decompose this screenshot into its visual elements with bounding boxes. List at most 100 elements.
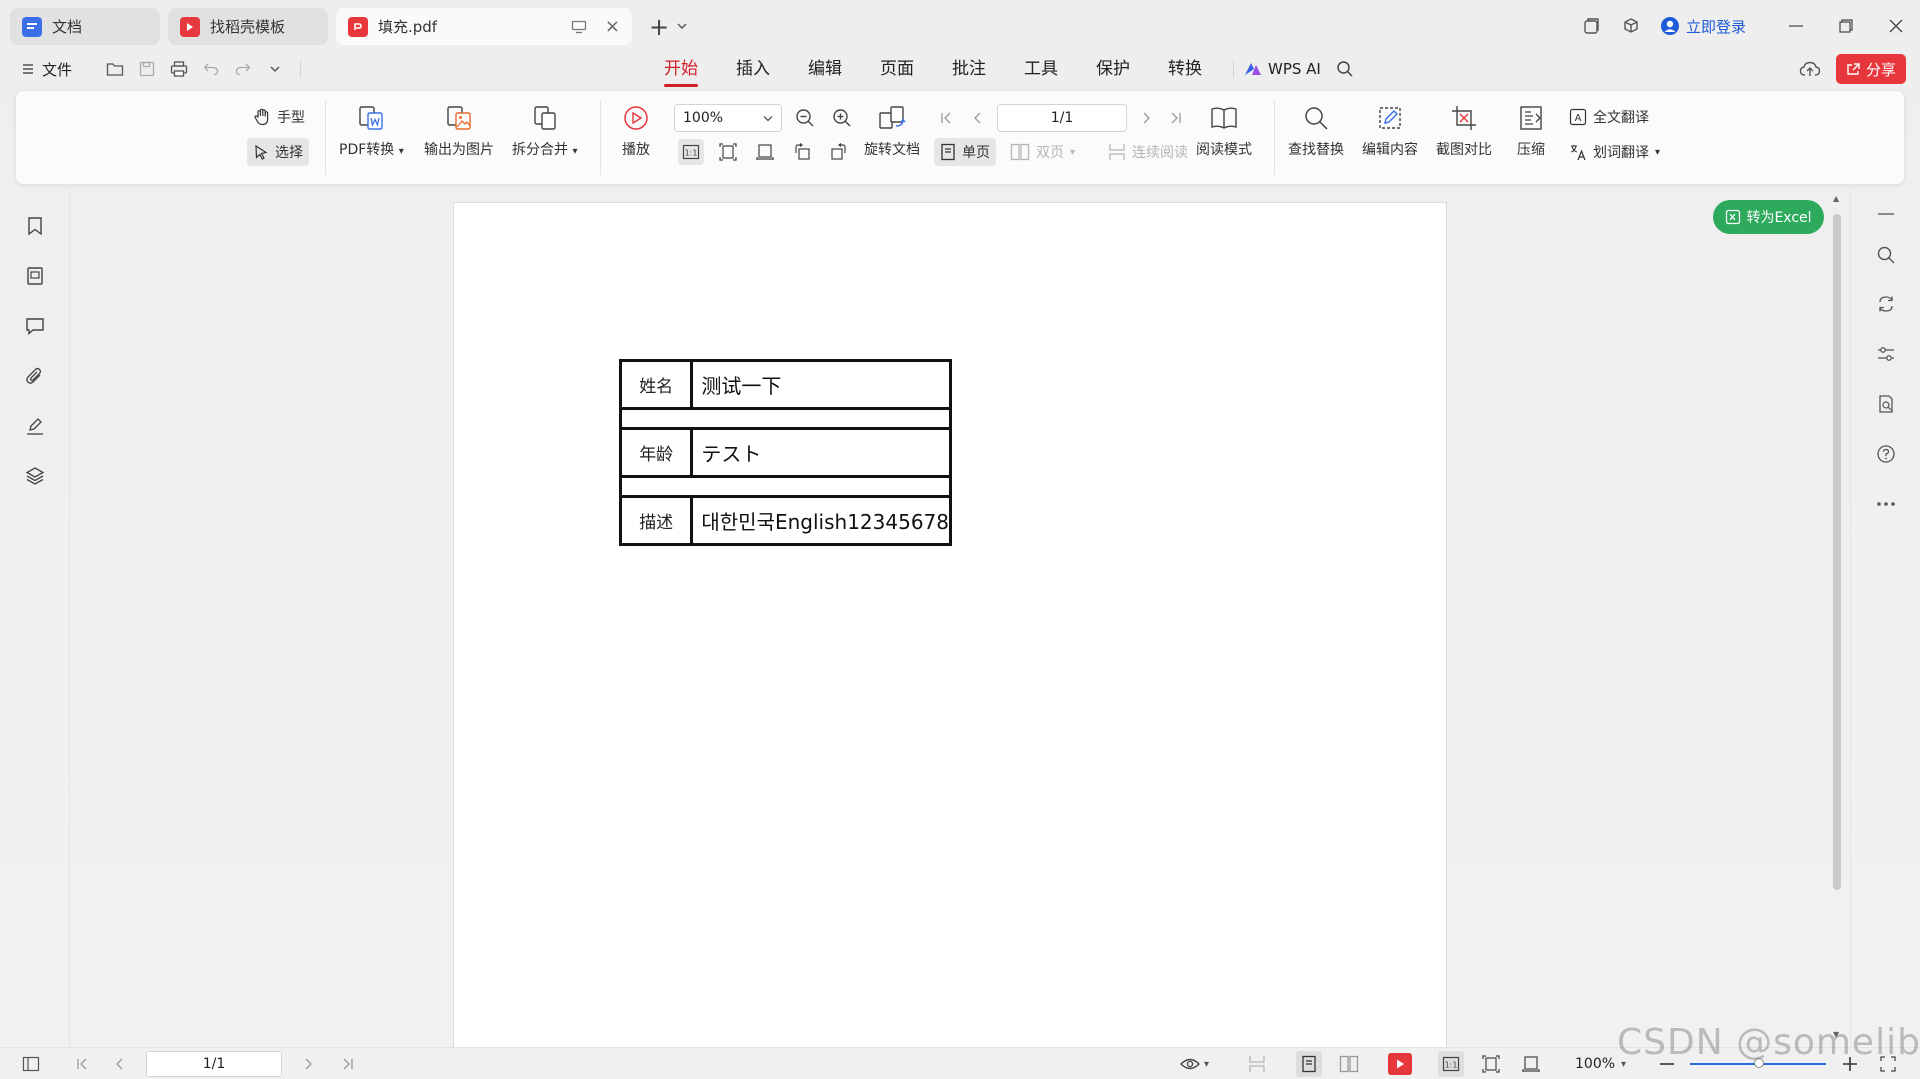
first-page-icon[interactable] [72,1054,92,1074]
settings-sliders-icon[interactable] [1872,340,1900,368]
comment-icon[interactable] [21,312,49,340]
menu-page[interactable]: 页面 [880,50,914,88]
actual-size-icon[interactable]: 1:1 [1438,1051,1464,1077]
close-window-button[interactable] [1884,15,1908,37]
tab-documents[interactable]: 文档 [10,8,160,45]
zoom-out-icon[interactable] [792,105,818,131]
previous-page-icon[interactable] [968,105,988,131]
signature-icon[interactable] [21,412,49,440]
form-field-description[interactable]: 대한민국English12345678 [690,495,952,546]
word-translate-button[interactable]: 划词翻译 ▾ [1563,138,1666,166]
form-field-age[interactable]: テスト [690,427,952,478]
form-field-name[interactable]: 测试一下 [690,359,952,410]
wps-ai-icon [1244,61,1262,77]
status-page-input[interactable]: 1/1 [146,1051,282,1077]
document-scan-icon[interactable] [1872,390,1900,418]
layers-icon[interactable] [21,462,49,490]
menu-insert[interactable]: 插入 [736,50,770,88]
continuous-reading-button[interactable]: 连续阅读 [1102,138,1194,166]
select-tool-button[interactable]: 选择 [247,138,309,166]
search-icon[interactable] [1334,58,1356,80]
fit-page-icon[interactable] [1480,1054,1502,1074]
scrollbar-thumb[interactable] [1833,214,1841,890]
restore-button[interactable] [1834,15,1858,37]
attachment-icon[interactable] [21,362,49,390]
screenshot-compare-button[interactable]: 截图对比 [1436,101,1492,159]
cloud-upload-icon[interactable] [1798,57,1822,81]
redo-icon[interactable] [232,58,254,80]
fit-page-icon[interactable] [715,139,741,165]
next-page-icon[interactable] [298,1054,318,1074]
menu-protect[interactable]: 保护 [1096,50,1130,88]
close-tab-icon[interactable]: × [605,16,620,37]
menu-convert[interactable]: 转换 [1168,50,1202,88]
double-page-button[interactable]: 双页 ▾ [1004,138,1081,166]
search-panel-icon[interactable] [1872,241,1900,269]
export-image-button[interactable]: 输出为图片 [424,101,494,159]
thumbnail-icon[interactable] [21,262,49,290]
play-slideshow-icon[interactable] [1388,1053,1412,1075]
pdf-convert-button[interactable]: PDF转换 ▾ [339,101,404,159]
fit-width-icon[interactable] [1520,1054,1542,1074]
tab-docer-templates[interactable]: 找稻壳模板 [168,8,328,45]
rotate-document-button[interactable]: 旋转文档 [864,101,920,159]
find-replace-button[interactable]: 查找替换 [1288,101,1344,159]
single-page-button[interactable]: 单页 [934,138,996,166]
edit-content-button[interactable]: 编辑内容 [1362,101,1418,159]
menu-tools[interactable]: 工具 [1024,50,1058,88]
cube-icon[interactable] [1620,15,1642,37]
bookmark-icon[interactable] [21,212,49,240]
window-layout-icon[interactable] [1580,15,1602,37]
divider [1233,60,1234,78]
eye-view-button[interactable]: ▾ [1180,1053,1209,1075]
open-folder-icon[interactable] [104,58,126,80]
play-button[interactable]: 播放 [622,101,650,159]
rotate-right-icon[interactable] [826,139,852,165]
login-button[interactable]: 立即登录 [1660,13,1746,39]
tab-pdf-file[interactable]: 填充.pdf × [336,8,632,45]
collapse-panel-icon[interactable] [1872,200,1900,228]
hand-tool-button[interactable]: 手型 [247,103,311,131]
last-page-icon[interactable] [338,1054,358,1074]
single-page-icon[interactable] [1296,1051,1322,1077]
save-icon[interactable] [136,58,158,80]
convert-to-excel-button[interactable]: 转为Excel [1713,200,1824,234]
rotate-left-icon[interactable] [789,139,815,165]
menu-home[interactable]: 开始 [664,50,698,88]
actual-size-icon[interactable]: 1:1 [678,139,704,165]
previous-page-icon[interactable] [110,1054,130,1074]
vertical-scrollbar[interactable]: ▲ ▼ [1830,192,1842,1047]
split-merge-button[interactable]: 拆分合并 ▾ [512,101,577,159]
share-button[interactable]: 分享 [1836,54,1906,84]
print-icon[interactable] [168,58,190,80]
share-icon [1846,62,1861,76]
help-icon[interactable] [1872,440,1900,468]
compress-button[interactable]: 压缩 [1517,101,1545,159]
toggle-sidebar-icon[interactable] [20,1054,42,1074]
double-page-icon[interactable] [1338,1054,1360,1074]
new-tab-button[interactable]: + [648,13,670,41]
wps-ai-button[interactable]: WPS AI [1244,50,1321,88]
fit-width-icon[interactable] [752,139,778,165]
zoom-select[interactable]: 100% [674,104,782,132]
menu-edit[interactable]: 编辑 [808,50,842,88]
chevron-down-icon[interactable] [674,18,690,34]
menu-annotate[interactable]: 批注 [952,50,986,88]
undo-icon[interactable] [200,58,222,80]
full-translate-button[interactable]: A 全文翻译 [1563,103,1655,131]
more-options-icon[interactable] [1872,490,1900,518]
minimize-button[interactable] [1784,15,1808,37]
cursor-arrow-icon [253,144,269,160]
file-menu-button[interactable]: 文件 [22,50,72,88]
reading-mode-button[interactable]: 阅读模式 [1196,101,1252,159]
translate-panel-icon[interactable] [1872,290,1900,318]
continuous-reading-icon[interactable] [1246,1054,1268,1074]
first-page-icon[interactable] [936,105,956,131]
next-page-icon[interactable] [1136,105,1156,131]
page-number-input[interactable]: 1/1 [997,104,1127,132]
monitor-icon[interactable] [571,20,587,34]
scroll-up-arrow-icon[interactable]: ▲ [1833,194,1839,203]
last-page-icon[interactable] [1166,105,1186,131]
zoom-in-icon[interactable] [829,105,855,131]
quick-access-dropdown-icon[interactable] [264,58,286,80]
